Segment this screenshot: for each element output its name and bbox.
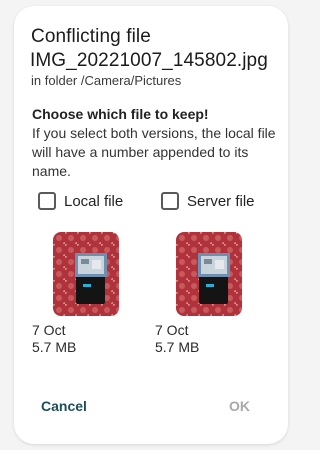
choose-description: If you select both versions, the local f… [32,125,276,179]
local-file-size: 5.7 MB [32,339,77,355]
server-file-option[interactable]: Server file [161,190,255,212]
choose-heading: Choose which file to keep! [32,106,209,122]
local-file-checkbox[interactable] [38,192,56,210]
server-file-checkbox[interactable] [161,192,179,210]
conflict-filename: IMG_20221007_145802.jpg [30,50,268,71]
ok-button[interactable]: OK [229,398,250,414]
local-file-option[interactable]: Local file [38,190,123,212]
server-file-size: 5.7 MB [155,339,200,355]
cancel-button[interactable]: Cancel [41,398,87,414]
server-thumbnail-image [176,232,242,316]
local-file-date: 7 Oct [32,322,66,338]
server-file-label: Server file [187,192,255,210]
conflict-dialog: Conflicting file IMG_20221007_145802.jpg… [14,6,288,444]
dialog-title: Conflicting file [31,26,151,47]
local-thumbnail-image [53,232,119,316]
server-file-date: 7 Oct [155,322,189,338]
local-file-thumbnail[interactable] [53,232,119,316]
local-file-label: Local file [64,192,124,210]
server-file-thumbnail[interactable] [176,232,242,316]
folder-path: in folder /Camera/Pictures [31,73,182,88]
